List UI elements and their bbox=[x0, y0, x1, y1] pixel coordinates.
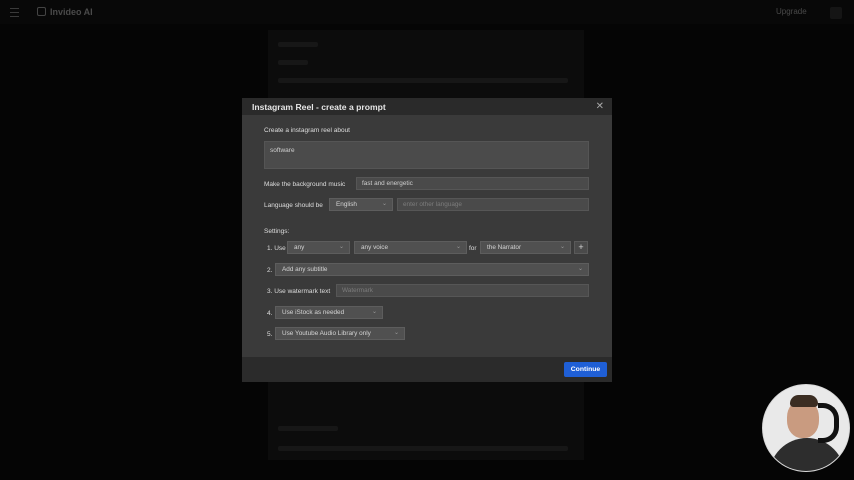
modal-footer bbox=[242, 357, 612, 382]
watermark-input[interactable]: Watermark bbox=[336, 284, 589, 297]
background-line bbox=[278, 426, 338, 431]
other-language-placeholder: enter other language bbox=[403, 201, 462, 208]
logo-icon bbox=[37, 7, 46, 16]
prompt-input[interactable]: software bbox=[264, 141, 589, 169]
webcam-body bbox=[769, 438, 845, 471]
chevron-down-icon: ⌄ bbox=[338, 244, 344, 250]
watermark-placeholder: Watermark bbox=[342, 287, 374, 294]
close-icon[interactable]: ✕ bbox=[596, 101, 604, 112]
setting-2-select[interactable]: Add any subtitle ⌄ bbox=[275, 263, 589, 276]
setting-5-value: Use Youtube Audio Library only bbox=[282, 330, 371, 337]
chevron-down-icon: ⌄ bbox=[393, 330, 399, 336]
language-select[interactable]: English ⌄ bbox=[329, 198, 393, 211]
modal-title: Instagram Reel - create a prompt bbox=[252, 102, 386, 112]
headphones-icon bbox=[818, 403, 839, 443]
setting-1-value-a: any bbox=[294, 244, 305, 251]
setting-5-num: 5. bbox=[267, 331, 273, 338]
setting-1-value-c: the Narrator bbox=[487, 244, 522, 251]
chevron-down-icon: ⌄ bbox=[371, 309, 377, 315]
top-bar: Invideo AI Upgrade bbox=[0, 0, 854, 24]
app-name: Invideo AI bbox=[50, 7, 93, 17]
language-label: Language should be bbox=[264, 202, 323, 209]
setting-2-value: Add any subtitle bbox=[282, 266, 328, 273]
setting-1-select-a[interactable]: any ⌄ bbox=[287, 241, 350, 254]
continue-button[interactable]: Continue bbox=[564, 362, 607, 377]
add-setting-button[interactable]: + bbox=[574, 241, 588, 254]
webcam-overlay bbox=[762, 384, 850, 472]
setting-1-value-b: any voice bbox=[361, 244, 388, 251]
upgrade-link[interactable]: Upgrade bbox=[776, 7, 807, 16]
setting-4-select[interactable]: Use iStock as needed ⌄ bbox=[275, 306, 383, 319]
background-line bbox=[278, 78, 568, 83]
avatar[interactable] bbox=[830, 7, 842, 19]
chevron-down-icon: ⌄ bbox=[559, 244, 565, 250]
music-label: Make the background music bbox=[264, 181, 346, 188]
background-line bbox=[278, 446, 568, 451]
language-value: English bbox=[336, 201, 357, 208]
chevron-down-icon: ⌄ bbox=[577, 266, 583, 272]
background-line bbox=[278, 42, 318, 47]
setting-2-num: 2. bbox=[267, 267, 273, 274]
setting-5-select[interactable]: Use Youtube Audio Library only ⌄ bbox=[275, 327, 405, 340]
modal-header: Instagram Reel - create a prompt ✕ bbox=[242, 98, 612, 115]
music-input[interactable]: fast and energetic bbox=[356, 177, 589, 190]
chevron-down-icon: ⌄ bbox=[455, 244, 461, 250]
chevron-down-icon: ⌄ bbox=[381, 201, 387, 207]
menu-icon[interactable] bbox=[10, 8, 19, 17]
settings-label: Settings: bbox=[264, 228, 290, 235]
prompt-label: Create a instagram reel about bbox=[264, 127, 350, 134]
background-line bbox=[278, 60, 308, 65]
webcam-hair bbox=[790, 395, 818, 407]
setting-1-for: for bbox=[469, 245, 477, 252]
setting-1-select-c[interactable]: the Narrator ⌄ bbox=[480, 241, 571, 254]
setting-4-num: 4. bbox=[267, 310, 273, 317]
setting-3-label: 3. Use watermark text bbox=[267, 288, 331, 295]
setting-1-select-b[interactable]: any voice ⌄ bbox=[354, 241, 467, 254]
app-logo[interactable]: Invideo AI bbox=[37, 7, 93, 17]
setting-4-value: Use iStock as needed bbox=[282, 309, 345, 316]
plus-icon: + bbox=[578, 242, 584, 252]
setting-1-prefix: 1. Use bbox=[267, 245, 286, 252]
other-language-input[interactable]: enter other language bbox=[397, 198, 589, 211]
